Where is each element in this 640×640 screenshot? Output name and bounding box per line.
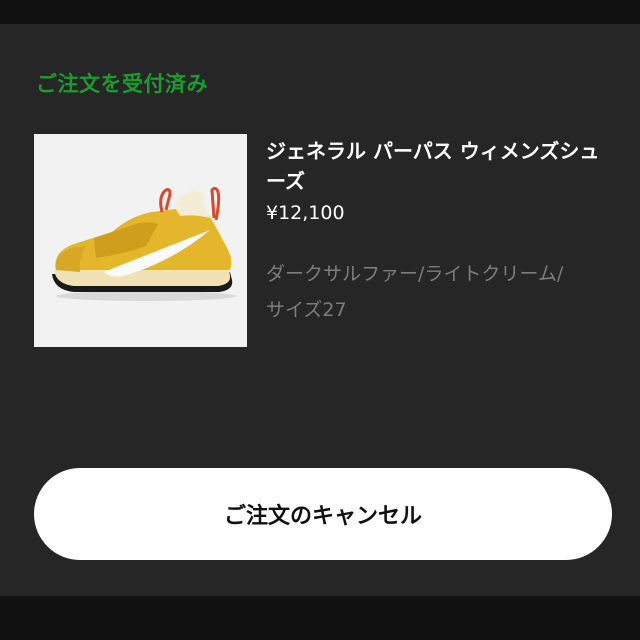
- product-price: ¥12,100: [266, 202, 345, 224]
- sneaker-icon: [34, 134, 247, 347]
- order-card: ご注文を受付済み ジェネラル パーパス ウィメンズシューズ ¥12,100 ダー…: [0, 24, 640, 596]
- product-image[interactable]: [34, 134, 247, 347]
- product-variant: ダークサルファー/ライトクリーム/ サイズ27: [266, 256, 640, 328]
- order-status-label: ご注文を受付済み: [36, 72, 208, 96]
- product-name[interactable]: ジェネラル パーパス ウィメンズシューズ: [266, 136, 606, 196]
- product-size: サイズ27: [266, 299, 347, 321]
- product-color: ダークサルファー/ライトクリーム/: [266, 263, 564, 285]
- cancel-order-button[interactable]: ご注文のキャンセル: [34, 468, 612, 560]
- screen: ご注文を受付済み ジェネラル パーパス ウィメンズシューズ ¥12,100 ダー…: [0, 0, 640, 640]
